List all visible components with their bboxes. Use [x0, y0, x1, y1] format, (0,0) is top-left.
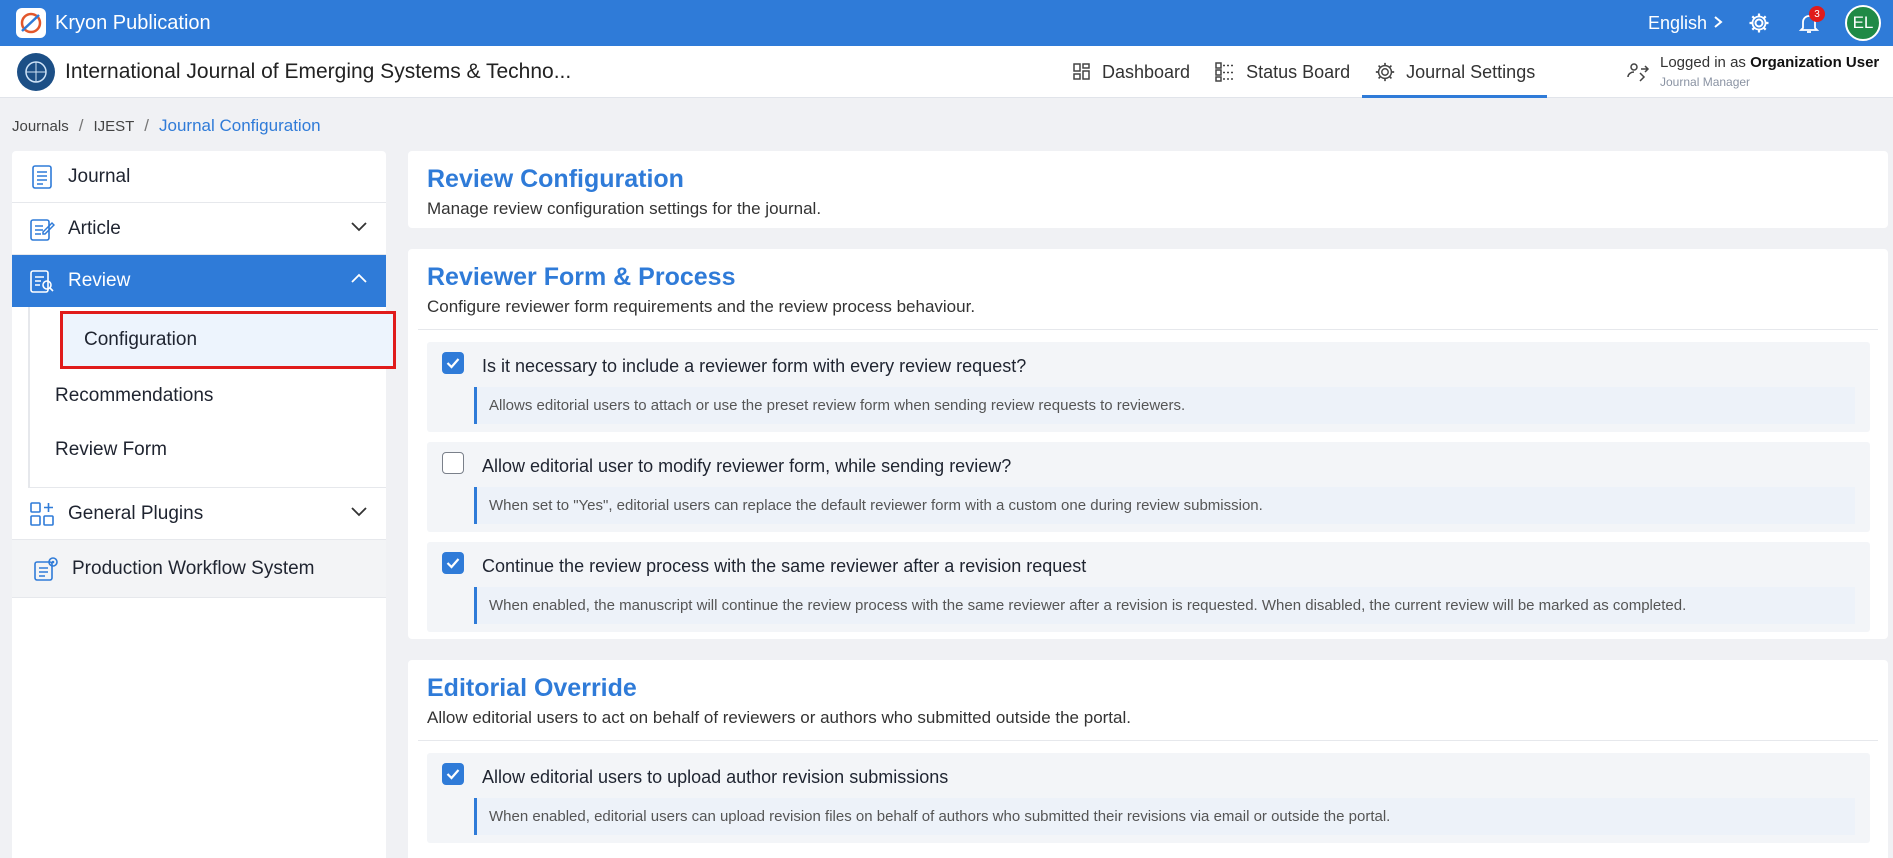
- journal-header: International Journal of Emerging System…: [0, 46, 1893, 98]
- sidebar-item-journal[interactable]: Journal: [12, 151, 386, 203]
- check-icon: [446, 558, 460, 569]
- section-title: Editorial Override: [427, 674, 637, 702]
- sidebar-item-label: Production Workflow System: [72, 557, 315, 579]
- checkbox-continue-same-reviewer[interactable]: [442, 552, 464, 574]
- breadcrumb-separator: /: [78, 116, 84, 135]
- check-icon: [446, 358, 460, 369]
- status-board-icon: [1215, 62, 1235, 82]
- nav-dashboard[interactable]: Dashboard: [1060, 46, 1202, 98]
- checkbox-upload-author-revisions[interactable]: [442, 763, 464, 785]
- chevron-right-icon: [1713, 12, 1723, 35]
- breadcrumb-separator: /: [144, 116, 150, 135]
- checkbox-require-reviewer-form[interactable]: [442, 352, 464, 374]
- sidebar-subitem-recommendations[interactable]: Recommendations: [14, 369, 386, 423]
- sidebar-item-article[interactable]: Article: [12, 203, 386, 255]
- switch-user-icon[interactable]: [1626, 60, 1650, 84]
- sidebar-item-label: Article: [68, 217, 121, 239]
- sidebar-item-label: Journal: [68, 165, 131, 187]
- breadcrumb: Journals / IJEST / Journal Configuration: [12, 116, 321, 136]
- option-help-text: Allows editorial users to attach or use …: [474, 387, 1855, 424]
- option-modify-reviewer-form: Allow editorial user to modify reviewer …: [427, 442, 1870, 532]
- section-description: Configure reviewer form requirements and…: [427, 297, 976, 316]
- sidebar-item-production-workflow[interactable]: Production Workflow System: [12, 540, 386, 598]
- divider: [418, 740, 1878, 741]
- breadcrumb-current: Journal Configuration: [159, 116, 321, 135]
- section-title: Reviewer Form & Process: [427, 263, 736, 291]
- option-help-text: When set to "Yes", editorial users can r…: [474, 487, 1855, 524]
- journal-title: International Journal of Emerging System…: [65, 59, 572, 83]
- option-question: Continue the review process with the sam…: [482, 556, 1087, 576]
- section-description: Allow editorial users to act on behalf o…: [427, 708, 1131, 727]
- option-require-reviewer-form: Is it necessary to include a reviewer fo…: [427, 342, 1870, 432]
- nav-status-board[interactable]: Status Board: [1202, 46, 1362, 98]
- brand-name: Kryon Publication: [55, 11, 211, 34]
- option-question: Allow editorial user to modify reviewer …: [482, 456, 1012, 476]
- chevron-down-icon: [350, 219, 368, 237]
- review-configuration-panel: Review Configuration Manage review confi…: [408, 151, 1888, 228]
- language-label: English: [1647, 12, 1707, 33]
- top-bar: Kryon Publication English 3 EL: [0, 0, 1893, 46]
- dashboard-icon: [1073, 63, 1090, 80]
- notification-badge: 3: [1809, 6, 1825, 22]
- avatar[interactable]: EL: [1845, 5, 1881, 41]
- sidebar-item-review[interactable]: Review: [12, 255, 386, 307]
- option-question: Allow editorial users to upload author r…: [482, 767, 949, 787]
- sidebar-subitem-configuration[interactable]: Configuration: [60, 311, 396, 369]
- breadcrumb-journals[interactable]: Journals: [12, 118, 69, 135]
- sidebar-item-general-plugins[interactable]: General Plugins: [12, 488, 386, 540]
- divider: [418, 329, 1878, 330]
- option-continue-same-reviewer: Continue the review process with the sam…: [427, 542, 1870, 632]
- nav-dashboard-label: Dashboard: [1102, 61, 1191, 82]
- journal-icon: [28, 163, 56, 191]
- brand[interactable]: Kryon Publication: [16, 8, 211, 38]
- option-upload-author-revisions: Allow editorial users to upload author r…: [427, 753, 1870, 843]
- login-info: Logged in as Organization User Journal M…: [1626, 46, 1879, 98]
- sidebar-item-label: Review: [68, 270, 131, 291]
- nav-journal-settings-label: Journal Settings: [1406, 61, 1536, 82]
- option-question: Is it necessary to include a reviewer fo…: [482, 356, 1027, 376]
- settings-button[interactable]: [1745, 9, 1773, 37]
- page-title: Review Configuration: [427, 165, 684, 193]
- page-description: Manage review configuration settings for…: [427, 199, 822, 218]
- checkbox-modify-reviewer-form[interactable]: [442, 452, 464, 474]
- review-icon: [28, 267, 56, 295]
- notifications-button[interactable]: 3: [1795, 6, 1825, 37]
- option-help-text: When enabled, the manuscript will contin…: [474, 587, 1855, 624]
- chevron-down-icon: [350, 504, 368, 522]
- nav-journal-settings[interactable]: Journal Settings: [1362, 46, 1548, 98]
- top-nav: Dashboard Status Board Journal Settings: [1060, 46, 1548, 98]
- workflow-icon: [32, 555, 60, 583]
- journal-logo-icon: [17, 52, 55, 91]
- editorial-override-panel: Editorial Override Allow editorial users…: [408, 660, 1888, 858]
- brand-logo-icon: [16, 8, 46, 38]
- plugins-icon: [28, 500, 56, 528]
- login-role: Journal Manager: [1660, 75, 1751, 90]
- check-icon: [446, 769, 460, 780]
- article-icon: [28, 215, 56, 243]
- chevron-up-icon: [350, 271, 368, 289]
- sidebar: Journal Article Review Configuration Rec…: [12, 151, 396, 858]
- reviewer-form-process-panel: Reviewer Form & Process Configure review…: [408, 249, 1888, 639]
- gear-icon: [1749, 13, 1769, 33]
- nav-status-board-label: Status Board: [1246, 61, 1351, 82]
- login-organization: Organization User: [1750, 53, 1880, 71]
- sidebar-subitem-review-form[interactable]: Review Form: [14, 423, 386, 477]
- sidebar-item-label: General Plugins: [68, 502, 204, 524]
- review-submenu: Configuration Recommendations Review For…: [28, 307, 396, 488]
- breadcrumb-ijest[interactable]: IJEST: [93, 118, 134, 135]
- option-help-text: When enabled, editorial users can upload…: [474, 798, 1855, 835]
- language-selector[interactable]: English: [1648, 12, 1723, 35]
- login-prefix: Logged in as: [1660, 53, 1746, 71]
- gear-icon: [1375, 62, 1395, 82]
